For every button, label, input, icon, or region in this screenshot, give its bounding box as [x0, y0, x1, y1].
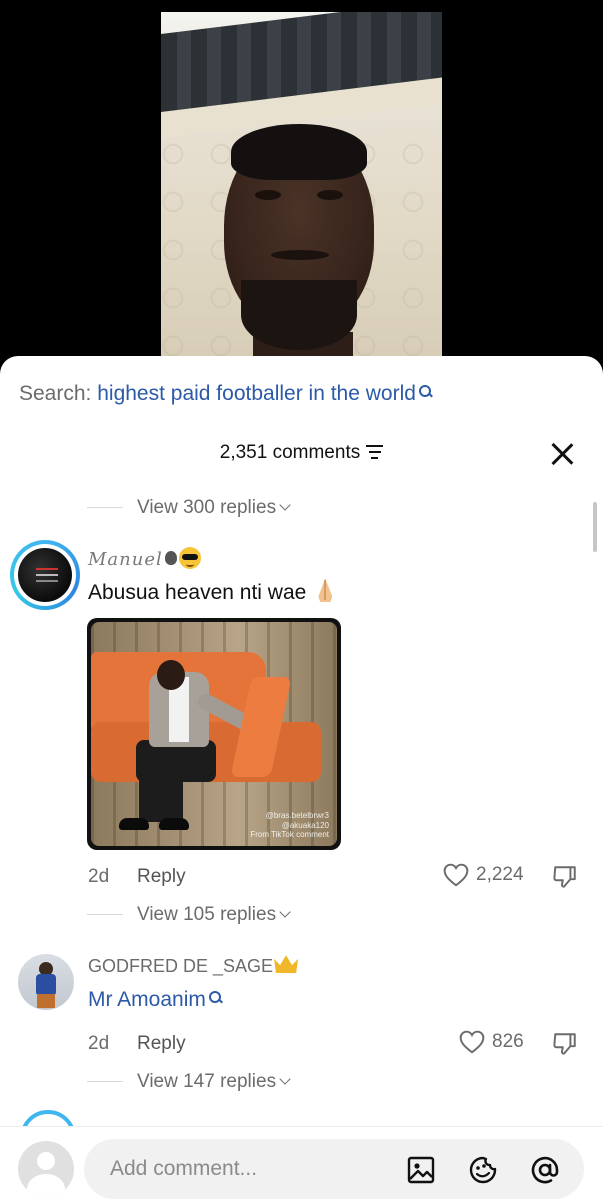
comment-text: Abusua heaven nti wae	[88, 578, 338, 605]
avatar[interactable]	[10, 540, 80, 610]
video-frame	[161, 12, 442, 372]
sticker-icon[interactable]	[468, 1155, 498, 1185]
user-avatar[interactable]	[18, 1141, 74, 1197]
comments-sheet: Search: highest paid footballer in the w…	[0, 356, 603, 1200]
close-icon[interactable]	[548, 440, 576, 468]
chevron-down-icon	[279, 1073, 291, 1085]
person-hair	[231, 124, 367, 180]
mention-icon[interactable]	[530, 1155, 560, 1185]
image-icon[interactable]	[406, 1155, 436, 1185]
man-shin	[139, 772, 183, 822]
search-icon	[418, 384, 432, 398]
comments-header: 2,351 comments	[0, 442, 603, 464]
search-term-link[interactable]: highest paid footballer in the world	[97, 382, 416, 405]
view-replies-label: View 147 replies	[137, 1071, 277, 1092]
dislike-icon[interactable]	[552, 864, 578, 890]
search-suggestion[interactable]: Search: highest paid footballer in the w…	[19, 382, 432, 406]
comment-username[interactable]: GODFRED DE _SAGE	[88, 955, 299, 977]
sunglasses-emoji-icon	[178, 547, 201, 569]
view-replies-label: View 300 replies	[137, 497, 277, 518]
view-replies-button[interactable]: View 300 replies	[87, 497, 291, 519]
comment-time: 2d	[88, 866, 110, 887]
comment-count: 2,351 comments	[219, 442, 361, 463]
person-eye	[255, 190, 281, 200]
man-head	[157, 660, 185, 690]
praying-hands-icon	[312, 578, 338, 602]
gif-watermark: @bras.betelbrwr3 @akuaka120 From TikTok …	[250, 811, 329, 840]
heart-icon	[443, 863, 469, 887]
view-replies-label: View 105 replies	[137, 904, 277, 925]
like-count: 2,224	[476, 864, 524, 885]
chevron-down-icon	[279, 499, 291, 511]
divider-line	[87, 1081, 123, 1083]
person-eye	[317, 190, 343, 200]
search-label: Search:	[19, 382, 92, 405]
avatar[interactable]	[18, 954, 74, 1010]
reply-button[interactable]: Reply	[137, 866, 186, 888]
comment-composer	[0, 1126, 603, 1200]
apple-icon	[164, 551, 177, 565]
divider-line	[87, 914, 123, 916]
divider-line	[87, 507, 123, 509]
like-button[interactable]: 826	[459, 1030, 524, 1054]
watermark-line: From TikTok comment	[250, 830, 329, 840]
person-mouth	[271, 250, 329, 260]
comment-text-content: Abusua heaven nti wae	[88, 581, 307, 604]
search-icon	[208, 990, 222, 1004]
view-replies-button[interactable]: View 147 replies	[87, 1071, 291, 1093]
chevron-down-icon	[279, 906, 291, 918]
like-button[interactable]: 2,224	[443, 863, 524, 887]
person-beard	[241, 280, 357, 350]
comment-input-container[interactable]	[84, 1139, 584, 1199]
crown-icon	[274, 955, 299, 974]
comment-gif[interactable]: @bras.betelbrwr3 @akuaka120 From TikTok …	[87, 618, 341, 850]
comment-text-content: Mr Amoanim	[88, 988, 206, 1011]
like-count: 826	[492, 1031, 524, 1052]
username-text: GODFRED DE _SAGE	[88, 956, 274, 976]
comment-time: 2d	[88, 1033, 110, 1054]
heart-icon	[459, 1030, 485, 1054]
comment-input[interactable]	[110, 1154, 390, 1184]
comment-search-link[interactable]: Mr Amoanim	[88, 988, 222, 1012]
view-replies-button[interactable]: View 105 replies	[87, 904, 291, 926]
reply-button[interactable]: Reply	[137, 1033, 186, 1055]
filter-icon[interactable]	[366, 444, 384, 459]
shoe	[159, 818, 189, 830]
username-text: Manuel	[88, 549, 163, 570]
watermark-line: @akuaka120	[281, 820, 329, 830]
video-player[interactable]	[0, 0, 603, 380]
comment-username[interactable]: Manuel	[88, 547, 201, 571]
dislike-icon[interactable]	[552, 1031, 578, 1057]
scrollbar[interactable]	[593, 502, 597, 552]
watermark-line: @bras.betelbrwr3	[265, 811, 329, 821]
shoe	[119, 818, 149, 830]
